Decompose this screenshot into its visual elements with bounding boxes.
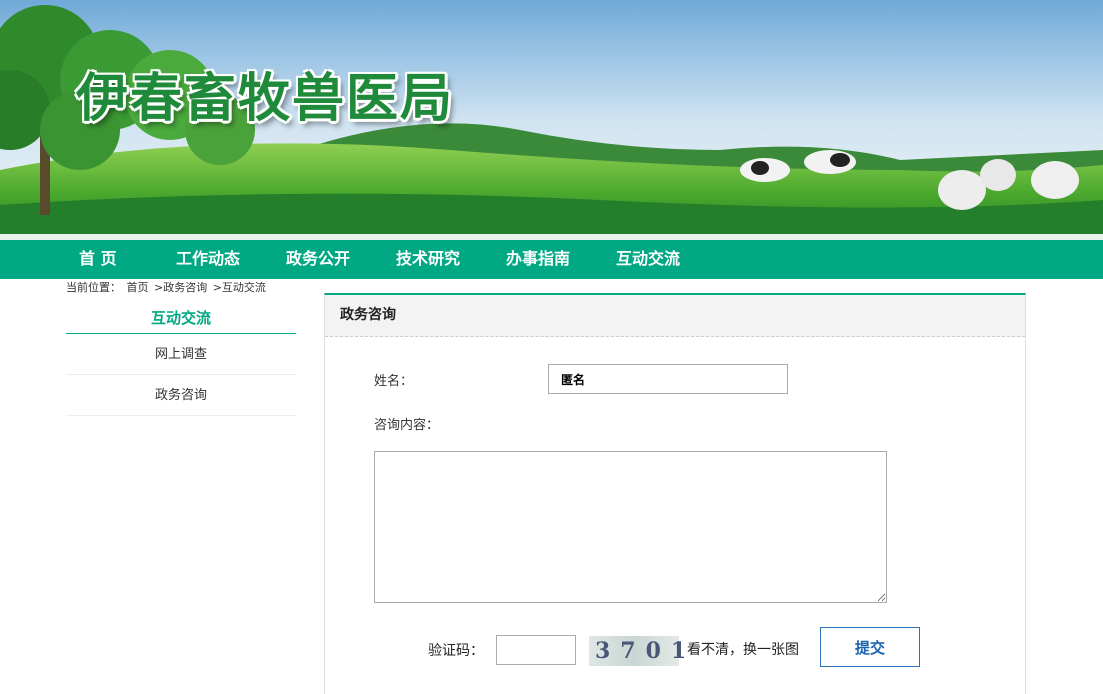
- sidebar: 互动交流 网上调查 政务咨询: [66, 303, 296, 416]
- nav-item-work-news[interactable]: 工作动态: [176, 240, 240, 279]
- breadcrumb-prefix: 当前位置：: [66, 281, 121, 294]
- captcha-label: 验证码：: [428, 643, 484, 659]
- breadcrumb-link-home[interactable]: 首页: [127, 281, 149, 294]
- name-field[interactable]: [548, 364, 788, 394]
- content-label: 咨询内容：: [374, 418, 440, 433]
- site-title: 伊春畜牧兽医局: [76, 68, 455, 129]
- captcha-image[interactable]: 3701: [589, 636, 686, 666]
- sidebar-title: 互动交流: [66, 303, 296, 334]
- breadcrumb: 当前位置： 首页 >政务咨询 >互动交流: [66, 279, 268, 295]
- sidebar-item-online-survey[interactable]: 网上调查: [66, 334, 296, 375]
- panel-title: 政务咨询: [325, 295, 1025, 337]
- breadcrumb-link-consult[interactable]: >政务咨询: [154, 281, 207, 294]
- captcha-input[interactable]: [496, 635, 576, 665]
- nav-item-service-guide[interactable]: 办事指南: [506, 240, 570, 279]
- header-banner: 伊春畜牧兽医局: [0, 0, 1103, 240]
- name-label: 姓名：: [374, 374, 414, 389]
- captcha-refresh-link[interactable]: 看不清，换一张图: [687, 639, 799, 659]
- nav-item-home[interactable]: 首 页: [79, 240, 117, 279]
- breadcrumb-link-interaction[interactable]: >互动交流: [213, 281, 266, 294]
- nav-item-gov-affairs[interactable]: 政务公开: [286, 240, 350, 279]
- main-nav: 首 页 工作动态 政务公开 技术研究 办事指南 互动交流: [0, 240, 1103, 279]
- nav-item-interaction[interactable]: 互动交流: [616, 240, 680, 279]
- sidebar-item-gov-consult[interactable]: 政务咨询: [66, 375, 296, 416]
- content-textarea[interactable]: [374, 451, 887, 603]
- submit-button[interactable]: 提交: [820, 627, 920, 667]
- nav-item-tech-research[interactable]: 技术研究: [396, 240, 460, 279]
